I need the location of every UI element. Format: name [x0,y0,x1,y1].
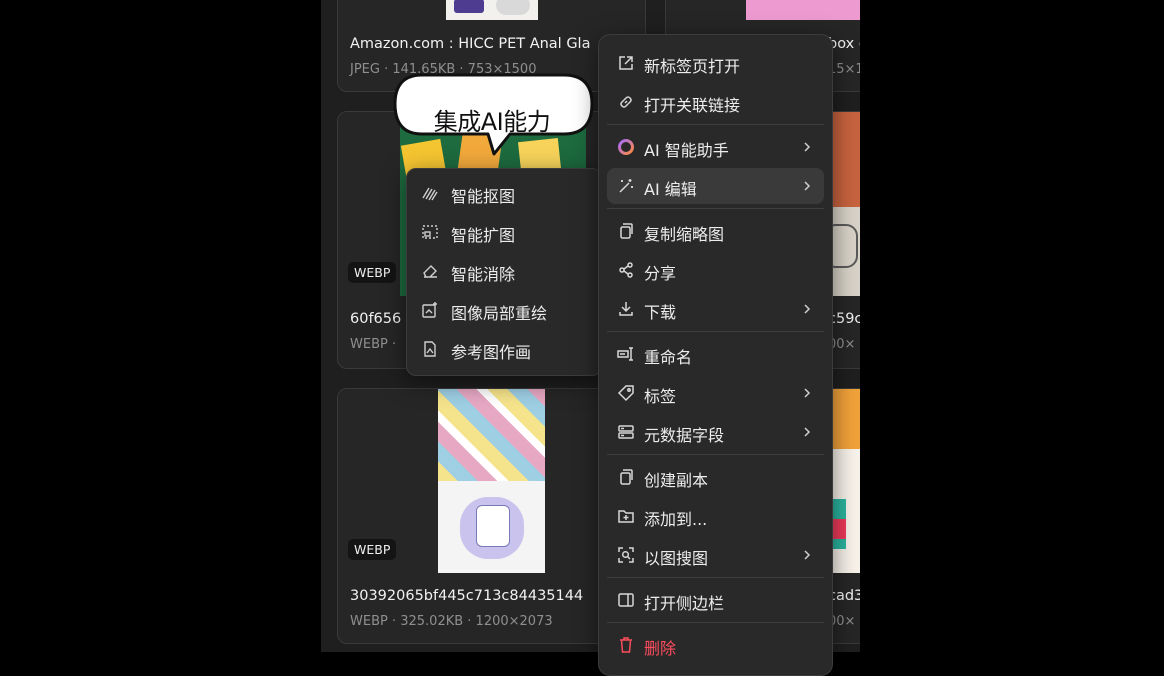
trash-icon [620,637,632,653]
menu-item-share[interactable]: 分享 [607,252,824,288]
submenu-item-expand[interactable]: 智能扩图 [413,214,595,250]
card-meta: WEBP · 325.02KB · 1200×2073 [350,614,553,629]
format-badge: WEBP [348,539,397,560]
menu-item-label: 打开侧边栏 [644,594,725,613]
menu-item-label: 标签 [644,387,677,406]
submenu-item-erase[interactable]: 智能消除 [413,253,595,289]
menu-separator [607,577,824,578]
chevron-right-icon [804,142,811,152]
submenu-item-inpaint[interactable]: 图像局部重绘 [413,292,595,328]
submenu-item-label: 智能抠图 [451,187,516,206]
menu-item-label: 创建副本 [644,471,709,490]
eraser-icon [423,265,437,278]
tag-icon [617,385,634,402]
menu-item-label: 分享 [644,264,677,283]
card-title: 60f656 [350,311,402,327]
ai-edit-submenu: 智能抠图 智能扩图 智能消除 图像局部重绘 参考图作画 [406,168,602,376]
download-icon [619,302,633,316]
menu-item-ai-assistant[interactable]: AI 智能助手 [607,129,824,165]
menu-item-open-sidebar[interactable]: 打开侧边栏 [607,582,824,618]
card-title: 30392065bf445c713c84435144 [350,588,584,604]
menu-item-ai-edit[interactable]: AI 编辑 [607,168,824,204]
duplicate-icon [620,469,633,485]
menu-item-label: 新标签页打开 [644,57,741,76]
menu-item-copy-thumbnail[interactable]: 复制缩略图 [607,213,824,249]
menu-item-label: 复制缩略图 [644,225,725,244]
ai-tooltip-bubble: 集成AI能力 [392,72,596,162]
menu-item-open-link[interactable]: 打开关联链接 [607,84,824,120]
card-thumbnail [666,0,860,20]
chevron-right-icon [804,181,811,191]
menu-item-label: 重命名 [644,348,693,367]
menu-separator [607,208,824,209]
expand-image-icon [422,225,438,239]
copy-icon [620,223,633,239]
menu-item-rename[interactable]: 重命名 [607,336,824,372]
menu-item-label: 打开关联链接 [644,96,741,115]
menu-separator [607,622,824,623]
menu-item-label: AI 智能助手 [644,141,729,160]
metadata-icon [618,425,634,439]
menu-item-label: 元数据字段 [644,426,725,445]
menu-item-label: 下载 [644,303,677,322]
menu-item-tags[interactable]: 标签 [607,375,824,411]
submenu-item-label: 图像局部重绘 [451,304,548,323]
menu-item-metadata[interactable]: 元数据字段 [607,414,824,450]
image-search-icon [618,547,634,563]
submenu-item-reference-draw[interactable]: 参考图作画 [413,331,595,367]
tooltip-label: 集成AI能力 [433,108,551,136]
submenu-item-label: 参考图作画 [451,343,532,362]
submenu-item-label: 智能扩图 [451,226,516,245]
link-icon [620,96,632,108]
chevron-right-icon [804,550,811,560]
context-menu: 新标签页打开 打开关联链接 AI 智能助手 AI 编辑 复制缩略图 分享 下载 … [598,34,833,676]
menu-item-label: AI 编辑 [644,180,697,199]
card-meta: WEBP · [350,337,397,352]
menu-item-download[interactable]: 下载 [607,291,824,327]
inpaint-icon [422,302,437,318]
format-badge: WEBP [348,262,397,283]
sidebar-icon [618,593,634,607]
menu-item-delete[interactable]: 删除 [607,627,824,663]
external-link-icon [619,56,633,70]
reference-draw-icon [424,341,436,357]
card-thumbnail [338,0,645,20]
chevron-right-icon [804,427,811,437]
share-icon [619,262,633,278]
chevron-right-icon [804,304,811,314]
cutout-icon [422,187,438,201]
card-title: Amazon.com : HICC PET Anal Gla [350,36,591,52]
menu-item-duplicate[interactable]: 创建副本 [607,459,824,495]
submenu-item-cutout[interactable]: 智能抠图 [413,175,595,211]
menu-separator [607,331,824,332]
ai-ring-icon [618,139,634,155]
menu-item-label: 删除 [644,639,677,658]
menu-separator [607,454,824,455]
menu-item-open-new-tab[interactable]: 新标签页打开 [607,45,824,81]
menu-item-add-to[interactable]: 添加到... [607,498,824,534]
menu-separator [607,124,824,125]
submenu-item-label: 智能消除 [451,265,516,284]
magic-wand-icon [619,179,633,193]
menu-item-image-search[interactable]: 以图搜图 [607,537,824,573]
rename-icon [617,347,633,361]
menu-item-label: 添加到... [644,510,708,529]
menu-item-label: 以图搜图 [644,549,709,568]
folder-add-icon [618,510,634,523]
chevron-right-icon [804,388,811,398]
